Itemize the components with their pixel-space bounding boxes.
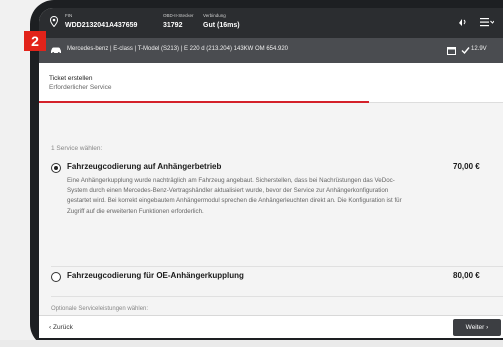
obd-value: 31792 — [163, 22, 183, 29]
option-description: Eine Anhängerkupplung wurde nachträglich… — [67, 177, 402, 215]
service-option-trailer-coding[interactable]: Fahrzeugcodierung auf Anhängerbetrieb 70… — [51, 162, 503, 273]
desk-surface — [0, 340, 503, 347]
connection-value: Gut (16ms) — [203, 22, 240, 29]
vehicle-bar: Mercedes-benz | E-class | T-Model (S213)… — [39, 38, 503, 63]
radio-unselected[interactable] — [51, 272, 61, 282]
tablet-screen: FIN WDD2132041A437659 OBD-II-Stecker 317… — [39, 8, 503, 338]
fin-value: WDD2132041A437659 — [65, 22, 138, 29]
breadcrumb-title: Ticket erstellen — [49, 75, 93, 82]
calendar-icon[interactable] — [447, 46, 456, 55]
breadcrumb: Ticket erstellen Erforderlicher Service — [39, 63, 503, 103]
next-button[interactable]: Weiter › — [453, 319, 501, 336]
menu-icon[interactable] — [480, 17, 494, 27]
location-pin-icon — [50, 16, 58, 27]
obd-label: OBD-II-Stecker — [163, 13, 194, 18]
divider — [51, 296, 503, 297]
back-link[interactable]: ‹ Zurück — [49, 324, 73, 331]
service-option-oe-hitch-coding[interactable]: Fahrzeugcodierung für OE-Anhängerkupplun… — [51, 271, 503, 286]
car-icon — [51, 47, 61, 54]
radio-selected[interactable] — [51, 163, 61, 173]
option-price: 80,00 € — [453, 271, 480, 280]
screenshot-stage: 2 FIN WDD2132041A437659 OBD-II-Stecker 3… — [0, 0, 503, 347]
step-badge: 2 — [24, 31, 46, 51]
option-title: Fahrzeugcodierung auf Anhängerbetrieb — [67, 162, 222, 171]
option-price: 70,00 € — [453, 162, 480, 171]
breadcrumb-subtitle: Erforderlicher Service — [49, 84, 112, 91]
fin-label: FIN — [65, 13, 73, 18]
footer-bar: ‹ Zurück Weiter › — [39, 315, 503, 338]
battery-voltage: 12.9V — [471, 46, 487, 52]
optional-services-label: Optionale Serviceleistungen wählen: — [51, 306, 149, 312]
connection-label: Verbindung — [203, 13, 226, 18]
vehicle-description: Mercedes-benz | E-class | T-Model (S213)… — [67, 46, 289, 52]
divider — [51, 266, 503, 267]
status-bar: FIN WDD2132041A437659 OBD-II-Stecker 317… — [39, 8, 503, 38]
signal-icon[interactable] — [455, 17, 467, 27]
check-icon — [461, 47, 470, 55]
choose-service-label: 1 Service wählen: — [51, 145, 103, 152]
option-title: Fahrzeugcodierung für OE-Anhängerkupplun… — [67, 271, 244, 280]
